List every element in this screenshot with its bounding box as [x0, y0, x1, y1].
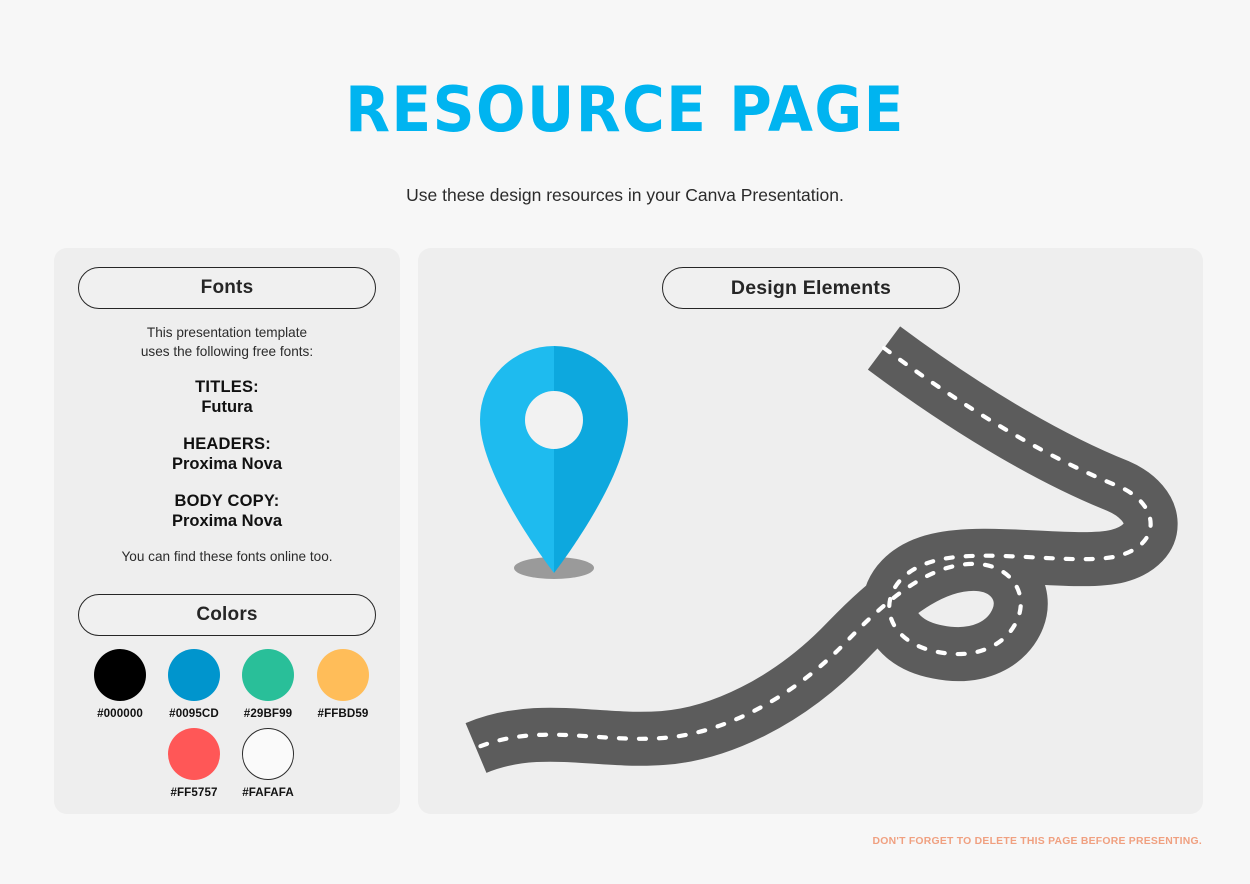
color-swatch[interactable] — [168, 728, 220, 780]
color-swatch-label: #FFBD59 — [317, 707, 369, 720]
fonts-outro: You can find these fonts online too. — [121, 549, 333, 564]
color-swatch[interactable] — [94, 649, 146, 701]
colors-heading-pill: Colors — [78, 594, 376, 636]
fonts-intro-line-2: uses the following free fonts: — [140, 343, 314, 359]
font-group-value: Proxima Nova — [171, 454, 283, 473]
fonts-and-colors-panel: Fonts This presentation template uses th… — [54, 248, 400, 814]
fonts-intro-line-1: This presentation template — [146, 325, 308, 340]
font-group-value: Proxima Nova — [171, 511, 283, 530]
map-pin-hole — [525, 391, 583, 449]
font-group-label: TITLES: — [195, 378, 259, 396]
design-elements-stage — [418, 248, 1203, 814]
colors-heading-label: Colors — [196, 604, 258, 625]
fonts-intro: This presentation template uses the foll… — [54, 324, 400, 361]
font-group-value: Futura — [201, 397, 253, 416]
design-elements-heading-label: Design Elements — [730, 276, 892, 299]
font-group-body-copy: BODY COPY: Proxima Nova — [54, 492, 400, 531]
font-group-titles: TITLES: Futura — [54, 378, 400, 417]
font-group-label: HEADERS: — [183, 435, 271, 453]
fonts-heading-pill: Fonts — [78, 267, 376, 309]
map-pin-right-half — [554, 346, 628, 573]
font-group-label: BODY COPY: — [174, 492, 280, 510]
fonts-heading-label: Fonts — [200, 277, 254, 298]
color-swatch-label: #FAFAFA — [242, 786, 294, 799]
color-swatch[interactable] — [242, 649, 294, 701]
design-elements-illustration — [465, 326, 1178, 774]
color-swatch[interactable] — [242, 728, 294, 780]
color-swatch[interactable] — [168, 649, 220, 701]
map-pin-left-half — [480, 346, 554, 573]
map-pin-icon — [480, 346, 628, 579]
font-group-headers: HEADERS: Proxima Nova — [54, 435, 400, 474]
color-swatch[interactable] — [317, 649, 369, 701]
page-title: RESOURCE PAGE — [345, 73, 905, 146]
design-elements-heading-pill: Design Elements — [662, 267, 960, 309]
page-subtitle: Use these design resources in your Canva… — [406, 185, 844, 205]
delete-page-warning: DON'T FORGET TO DELETE THIS PAGE BEFORE … — [872, 836, 1202, 847]
design-elements-panel: Design Elements — [418, 248, 1203, 814]
